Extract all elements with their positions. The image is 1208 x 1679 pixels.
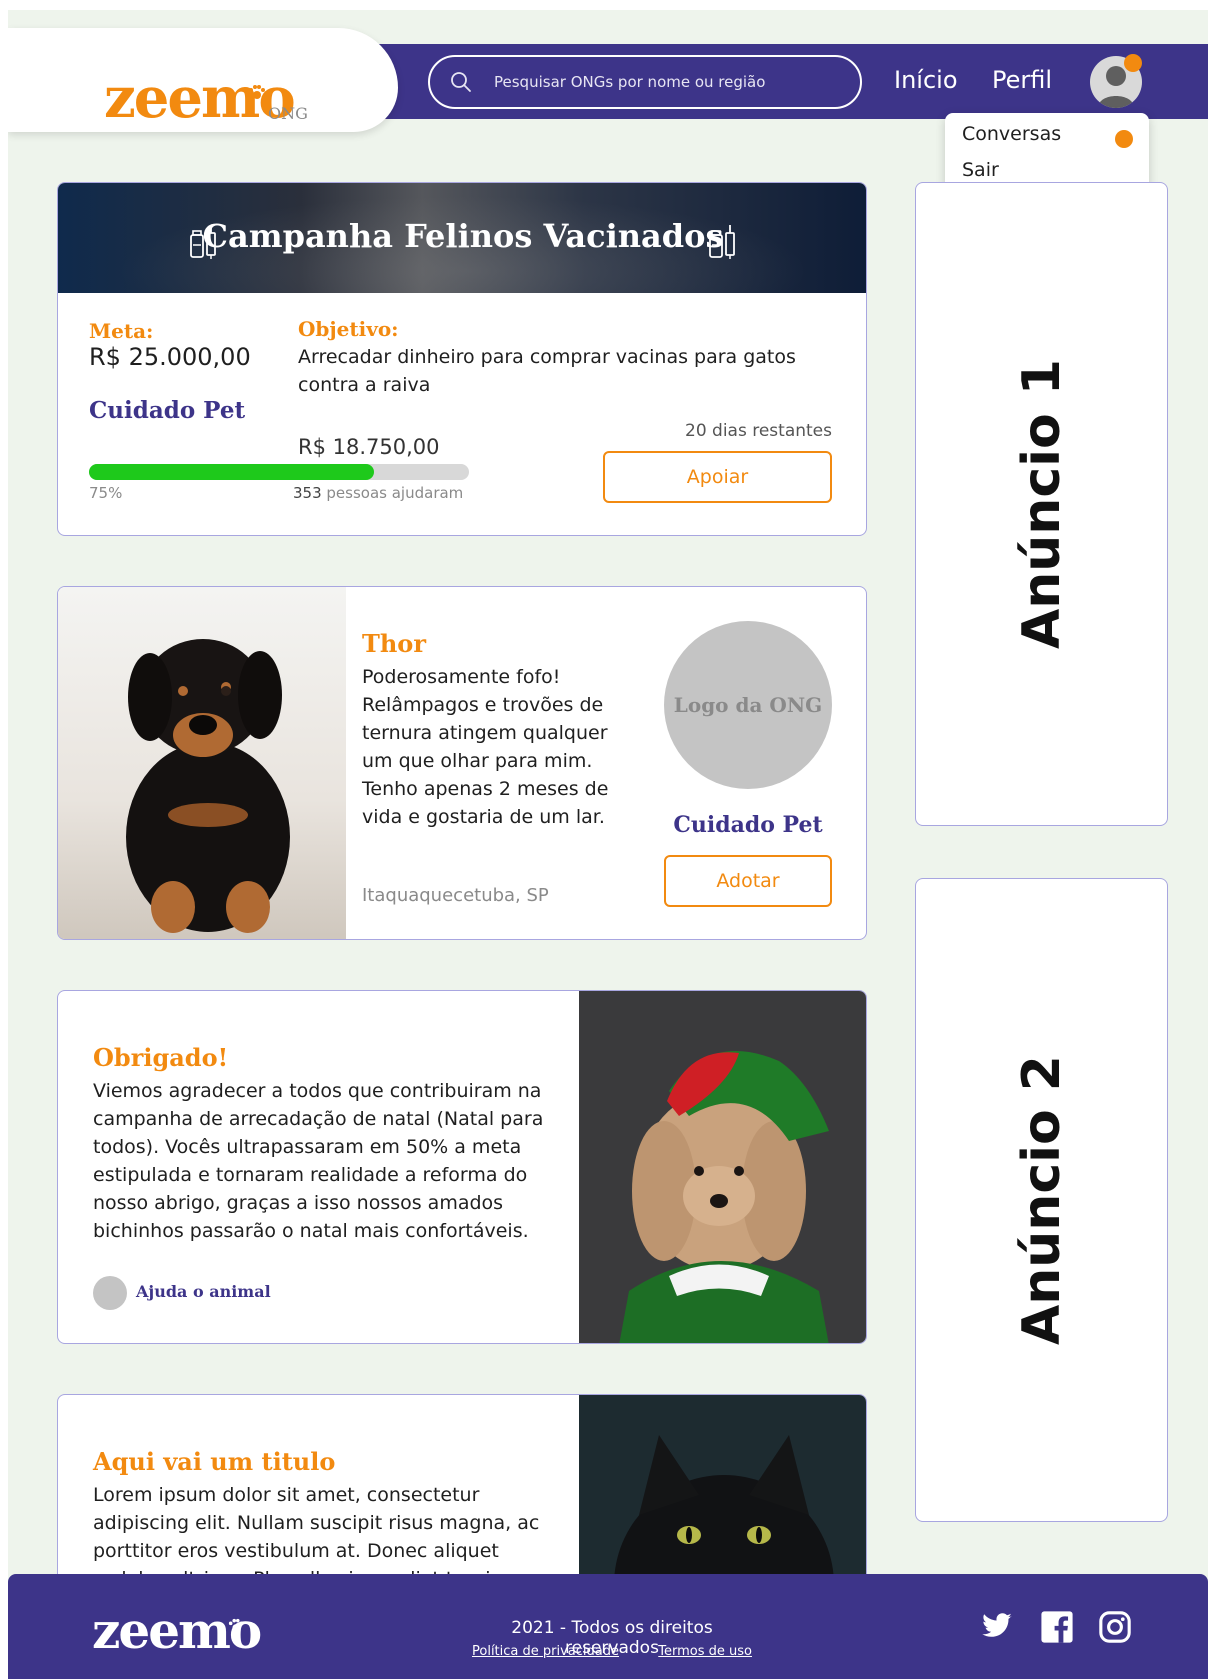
progress-fill [89,464,374,480]
pet-name: Thor [362,629,426,658]
campaign-banner: Campanha Felinos Vacinados [58,183,866,293]
helpers-count: 353 pessoas ajudaram [293,484,463,502]
notification-dot [1124,54,1142,72]
search-box[interactable] [428,55,862,109]
objective-label: Objetivo: [298,317,399,341]
campaign-ngo-name[interactable]: Cuidado Pet [89,397,245,424]
helpers-number: 353 [293,484,322,502]
post-card: Obrigado! Viemos agradecer a todos que c… [57,990,867,1344]
nav-home[interactable]: Início [894,66,958,95]
profile-dropdown: Conversas Sair [945,113,1149,193]
nav-profile[interactable]: Perfil [992,66,1052,95]
facebook-icon[interactable] [1040,1610,1074,1644]
instagram-icon[interactable] [1098,1610,1132,1644]
pet-card: Thor Poderosamente fofo! Relâmpagos e tr… [57,586,867,940]
ngo-logo-placeholder[interactable]: Logo da ONG [664,621,832,789]
author-avatar[interactable] [93,1276,127,1310]
campaign-title: Campanha Felinos Vacinados [202,217,724,255]
ad-slot-1[interactable]: Anúncio 1 [915,182,1168,826]
adopt-button[interactable]: Adotar [664,855,832,907]
pet-description: Poderosamente fofo! Relâmpagos e trovões… [362,666,609,828]
post-author[interactable]: Ajuda o animal [136,1282,271,1301]
logo-subtitle: ONG [268,104,308,123]
paw-icon [228,1618,244,1632]
progress-bar [89,464,469,480]
menu-item-logout[interactable]: Sair [962,159,999,181]
search-icon [451,72,471,92]
ad-label-1: Anúncio 1 [1011,359,1072,649]
search-input[interactable] [494,67,844,97]
objective-text: Arrecadar dinheiro para comprar vacinas … [298,346,796,396]
conversations-unread-dot [1115,130,1133,148]
post-title: Obrigado! [93,1043,229,1072]
footer: zeemo 2021 - Todos os direitos reservado… [8,1574,1208,1679]
poodle-photo [579,991,866,1343]
helpers-text: pessoas ajudaram [321,484,464,502]
vaccine-icon [709,225,735,259]
pet-location: Itaquaquecetuba, SP [362,885,549,906]
progress-percent: 75% [89,484,123,502]
terms-link[interactable]: Termos de uso [658,1644,752,1659]
page: zeemo ONG Início Perfil Conversas Sair [8,10,1208,1679]
ad-label-2: Anúncio 2 [1011,1055,1072,1345]
goal-label: Meta: [89,319,154,343]
campaign-card: Campanha Felinos Vacinados Meta: R$ 25.0… [57,182,867,536]
pet-ngo-name[interactable]: Cuidado Pet [618,812,866,838]
post-text: Viemos agradecer a todos que contribuira… [93,1080,544,1242]
menu-item-conversations[interactable]: Conversas [962,123,1061,145]
support-button[interactable]: Apoiar [603,451,832,503]
goal-value: R$ 25.000,00 [89,343,251,371]
paw-icon [249,85,265,99]
days-remaining: 20 dias restantes [685,421,832,441]
raised-amount: R$ 18.750,00 [298,435,440,459]
post-title-2: Aqui vai um titulo [93,1447,336,1476]
logo-container[interactable]: zeemo ONG [8,28,398,132]
twitter-icon[interactable] [979,1610,1015,1642]
privacy-link[interactable]: Política de privacidade [472,1644,619,1659]
ad-slot-2[interactable]: Anúncio 2 [915,878,1168,1522]
puppy-photo [58,587,346,939]
